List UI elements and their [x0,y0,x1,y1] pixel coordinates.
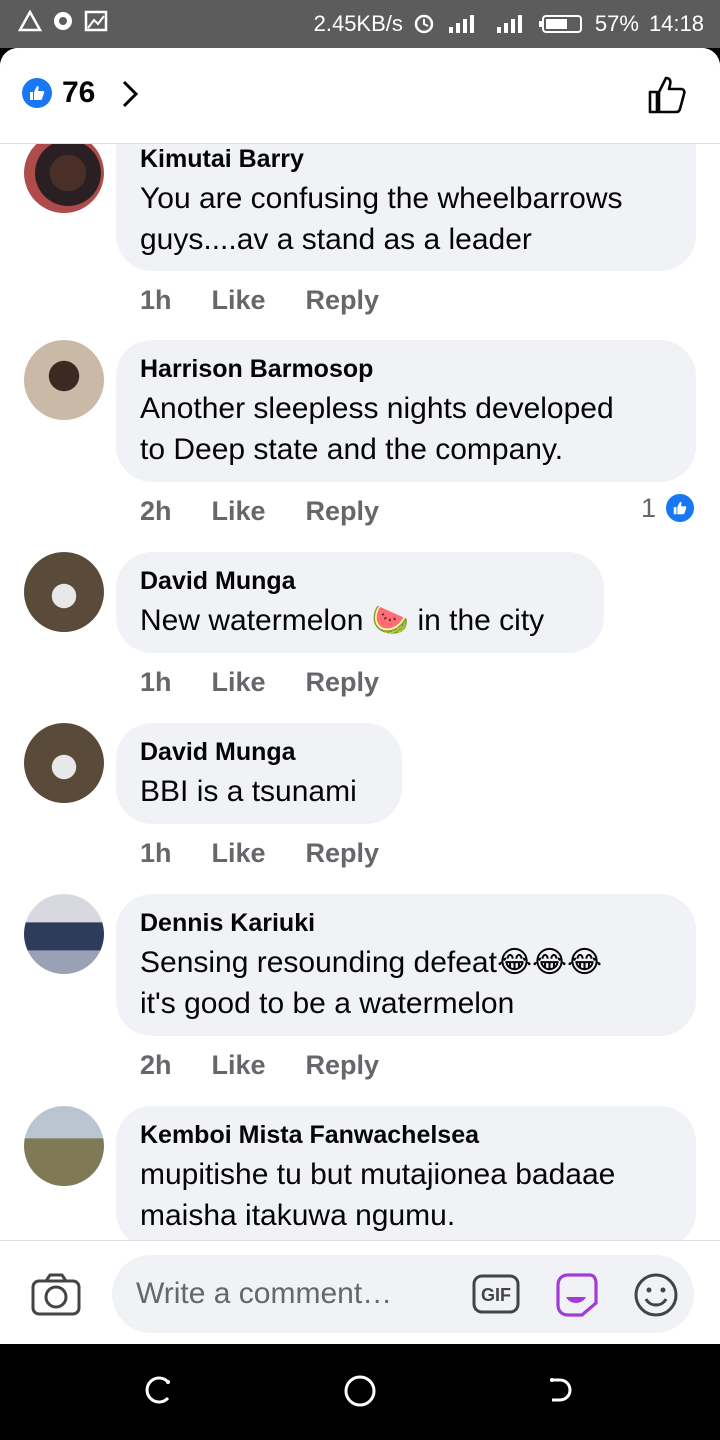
comment-line: BBI is a tsunami [140,775,357,808]
comment-text: Sensing resounding defeat😂😂😂 it's good t… [140,942,672,1024]
signal-icon [448,15,474,33]
reactions-header: 76 [0,48,720,144]
avatar[interactable] [24,723,104,803]
reaction-summary[interactable]: 1 [641,492,696,524]
comment-line: maisha itakuwa ngumu. [140,1199,456,1232]
comments-sheet: 76 Kimutai Barry You are confusing the w… [0,48,720,1344]
reply-button[interactable]: Reply [306,496,380,527]
comment-text: You are confusing the wheelbarrows guys.… [140,178,672,260]
network-speed: 2.45KB/s [313,11,403,36]
like-button[interactable]: Like [212,496,266,527]
comment-author[interactable]: Kemboi Mista Fanwachelsea [140,1120,672,1150]
battery-icon [538,15,582,33]
avatar[interactable] [24,1106,104,1186]
like-button[interactable]: Like [212,285,266,316]
reply-button[interactable]: Reply [306,838,380,869]
avatar[interactable] [24,894,104,974]
comment-author[interactable]: David Munga [140,566,580,596]
comment-line: guys....av a stand as a leader [140,223,532,256]
comment-line: it's good to be a watermelon [140,987,515,1020]
comment-time: 2h [140,496,172,526]
comment-list: Kimutai Barry You are confusing the whee… [0,144,720,1240]
comment-text: New watermelon 🍉 in the city [140,600,580,641]
comment-author[interactable]: Harrison Barmosop [140,354,672,384]
comment-time: 2h [140,1050,172,1080]
emoji-icon[interactable] [632,1271,680,1319]
comment-composer: Write a comment… GIF [0,1240,720,1344]
like-count[interactable]: 76 [62,76,95,110]
comment-time: 1h [140,838,172,868]
comment-bubble[interactable]: Dennis Kariuki Sensing resounding defeat… [116,894,696,1036]
reply-button[interactable]: Reply [306,285,380,316]
comment-line: to Deep state and the company. [140,433,564,466]
avatar[interactable] [24,340,104,420]
comment-actions: 1h Like Reply [140,667,379,698]
status-bar: 2.45KB/s 57% 14:18 [0,0,720,48]
comment-actions: 1h Like Reply [140,285,379,316]
comment-author[interactable]: David Munga [140,737,378,767]
home-icon[interactable] [343,1374,377,1408]
comment-author[interactable]: Dennis Kariuki [140,908,672,938]
like-reaction-icon[interactable] [22,78,52,108]
comment-bubble[interactable]: David Munga New watermelon 🍉 in the city [116,552,604,653]
status-notification-icons [18,10,108,32]
like-reaction-icon [664,492,696,524]
comment-text: BBI is a tsunami [140,771,378,812]
comment-input[interactable]: Write a comment… GIF [112,1255,694,1333]
comment-line: Another sleepless nights developed [140,392,614,425]
comment-line: mupitishe tu but mutajionea badaae [140,1158,616,1191]
comment-time: 1h [140,667,172,697]
warning-icon [18,10,42,32]
gif-label: GIF [481,1285,511,1305]
avatar[interactable] [24,552,104,632]
like-button[interactable]: Like [212,1050,266,1081]
camera-icon[interactable] [30,1271,82,1317]
comment-actions: 2h Like Reply [140,496,379,527]
comment-text: mupitishe tu but mutajionea badaae maish… [140,1154,672,1236]
chevron-right-icon[interactable] [120,78,140,110]
recents-icon[interactable] [144,1374,176,1406]
image-icon [84,10,108,32]
like-outline-icon[interactable] [646,74,688,116]
comment-bubble[interactable]: Kimutai Barry You are confusing the whee… [116,144,696,271]
sync-icon [414,14,434,34]
comment-bubble[interactable]: Harrison Barmosop Another sleepless nigh… [116,340,696,482]
system-nav-bar [0,1344,720,1440]
back-icon[interactable] [544,1374,576,1406]
comment-actions: 1h Like Reply [140,838,379,869]
battery-percent: 57% [594,11,639,36]
like-button[interactable]: Like [212,838,266,869]
reply-button[interactable]: Reply [306,1050,380,1081]
sticker-icon[interactable] [552,1271,600,1319]
comment-author[interactable]: Kimutai Barry [140,144,672,174]
reply-button[interactable]: Reply [306,667,380,698]
reaction-count: 1 [640,492,656,523]
comment-bubble[interactable]: Kemboi Mista Fanwachelsea mupitishe tu b… [116,1106,696,1240]
comment-bubble[interactable]: David Munga BBI is a tsunami [116,723,402,824]
comment-text: Another sleepless nights developed to De… [140,388,672,470]
comment-line: Sensing resounding defeat😂😂😂 [140,946,603,979]
chat-bubble-icon [54,12,72,30]
comment-line: New watermelon 🍉 in the city [140,604,545,637]
signal-icon-2 [496,15,522,33]
comment-line: You are confusing the wheelbarrows [140,182,623,215]
like-button[interactable]: Like [212,667,266,698]
gif-icon[interactable]: GIF [472,1273,520,1315]
comment-time: 1h [140,285,172,315]
comment-actions: 2h Like Reply [140,1050,379,1081]
avatar[interactable] [24,144,104,213]
comment-input-placeholder: Write a comment… [136,1277,393,1310]
clock: 14:18 [648,11,704,36]
status-system-info: 2.45KB/s 57% 14:18 [314,11,704,37]
